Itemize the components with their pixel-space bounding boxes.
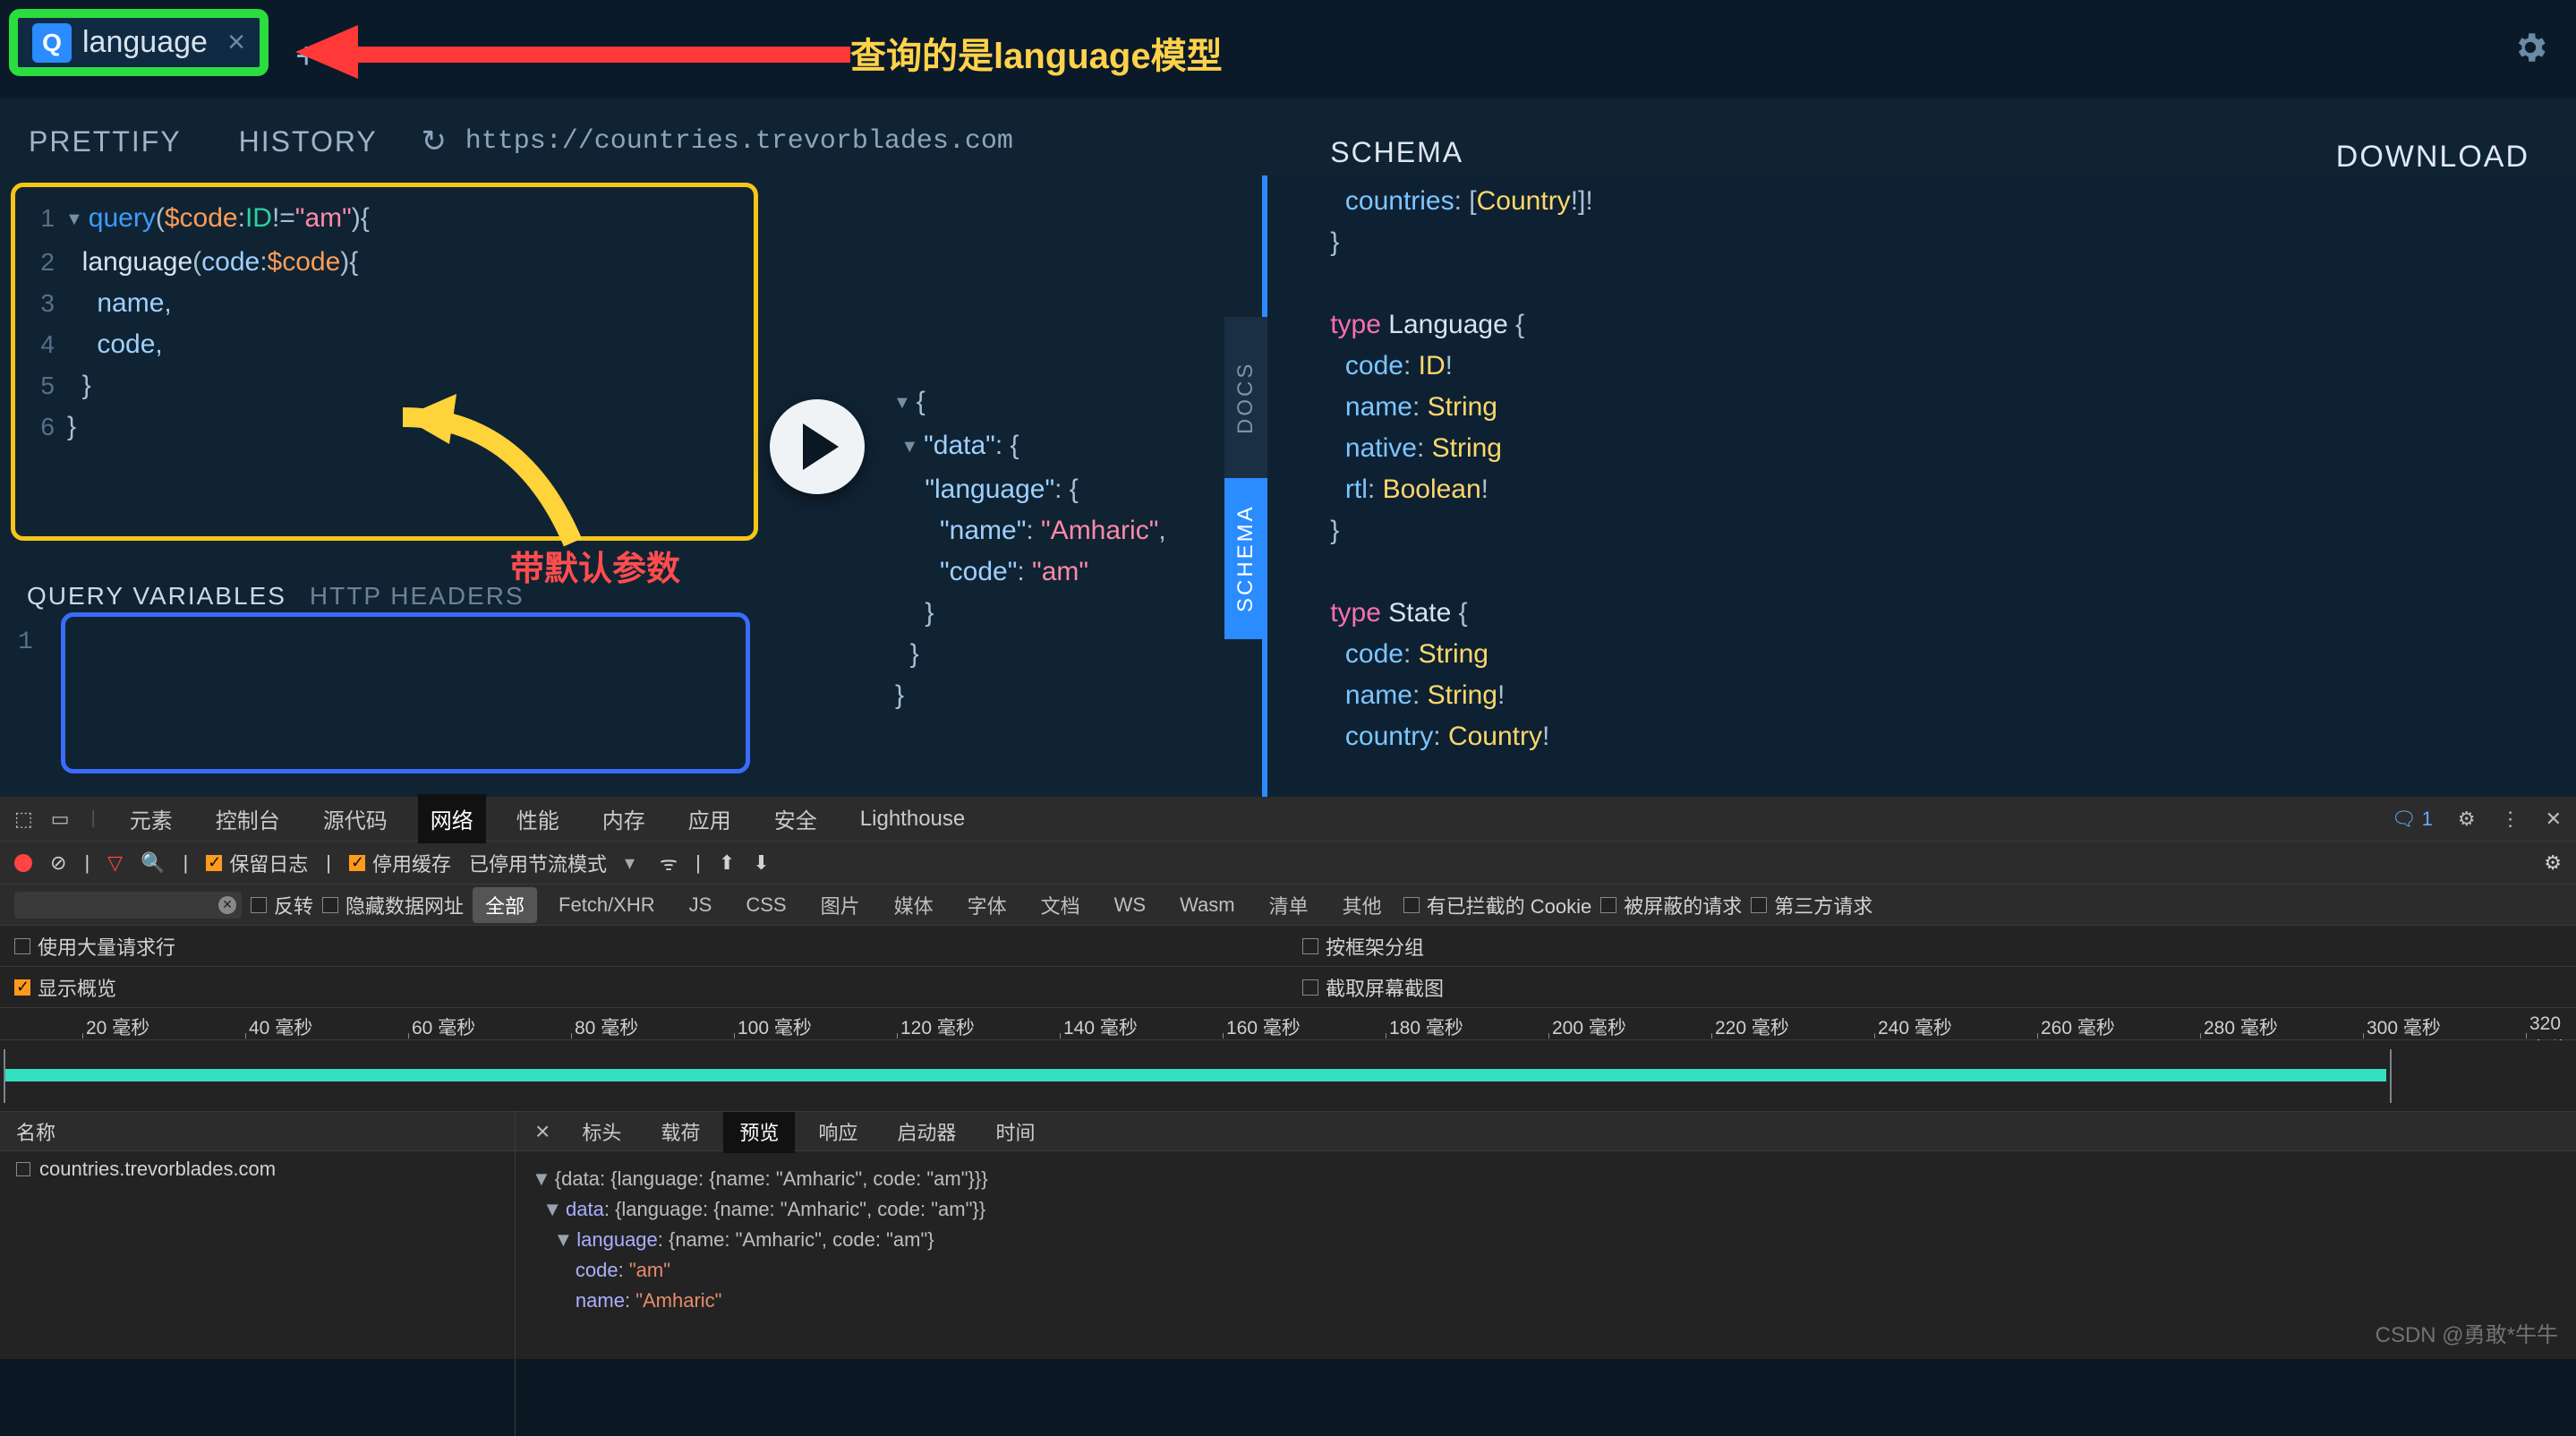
schema-viewer[interactable]: countries: [Country!]! } type Language {… xyxy=(1330,181,2567,788)
play-button[interactable] xyxy=(770,399,865,494)
tab-sources[interactable]: 源代码 xyxy=(311,794,400,843)
query-variables-tab[interactable]: QUERY VARIABLES xyxy=(27,582,286,611)
devtools-gear-icon[interactable]: ⚙ xyxy=(2544,851,2562,875)
throttle-select[interactable]: 已停用节流模式 xyxy=(469,849,607,877)
overview-check[interactable]: 显示概览 xyxy=(14,973,116,1002)
devtools-settings-icon[interactable]: ⚙ xyxy=(2458,808,2476,831)
fold-icon[interactable]: ▼ xyxy=(65,199,83,240)
query-editor[interactable]: 1 ▼query($code:ID!="am"){ 2 language(cod… xyxy=(11,183,758,541)
history-button[interactable]: HISTORY xyxy=(210,109,406,175)
detail-tab-timing[interactable]: 时间 xyxy=(979,1110,1051,1153)
detail-tab-headers[interactable]: 标头 xyxy=(566,1110,637,1153)
timeline-overview[interactable] xyxy=(0,1040,2576,1112)
tab-console[interactable]: 控制台 xyxy=(203,794,293,843)
timeline-ruler[interactable]: 20 毫秒 40 毫秒 60 毫秒 80 毫秒 100 毫秒 120 毫秒 14… xyxy=(0,1008,2576,1040)
tab-application[interactable]: 应用 xyxy=(676,794,744,843)
annotation-arrow-red xyxy=(295,34,850,70)
watermark: CSDN @勇敢*牛牛 xyxy=(2376,1317,2558,1348)
inspect-icon[interactable]: ⬚ xyxy=(14,808,33,831)
settings-gear-icon[interactable] xyxy=(2512,29,2549,71)
chip-wasm[interactable]: Wasm xyxy=(1167,890,1248,920)
chip-manifest[interactable]: 清单 xyxy=(1257,887,1321,923)
screenshot-check[interactable]: 截取屏幕截图 xyxy=(1302,973,1444,1002)
network-filter-input[interactable]: ✕ xyxy=(14,892,242,919)
prettify-button[interactable]: PRETTIFY xyxy=(0,109,210,175)
tab-security[interactable]: 安全 xyxy=(762,794,830,843)
invert-check[interactable]: 反转 xyxy=(251,891,313,919)
file-icon xyxy=(16,1162,30,1176)
query-tab[interactable]: Q language × xyxy=(9,9,269,76)
devtools-tabs: ⬚ ▭ | 元素 控制台 源代码 网络 性能 内存 应用 安全 Lighthou… xyxy=(0,797,2576,842)
third-party-check[interactable]: 第三方请求 xyxy=(1751,891,1872,919)
gutter: 1 xyxy=(15,198,67,242)
chip-css[interactable]: CSS xyxy=(733,890,798,920)
blocked-req-check[interactable]: 被屏蔽的请求 xyxy=(1600,891,1742,919)
close-detail-icon[interactable]: × xyxy=(526,1117,559,1146)
clear-icon[interactable]: ⊘ xyxy=(50,851,66,875)
schema-sidetab[interactable]: SCHEMA xyxy=(1224,478,1267,639)
download-icon[interactable]: ⬇ xyxy=(753,851,769,875)
chip-all[interactable]: 全部 xyxy=(473,887,537,923)
chip-media[interactable]: 媒体 xyxy=(882,887,946,923)
group-frame-check[interactable]: 按框架分组 xyxy=(1302,932,1424,961)
play-icon xyxy=(803,423,839,470)
tab-lighthouse[interactable]: Lighthouse xyxy=(848,798,977,841)
device-icon[interactable]: ▭ xyxy=(51,808,70,831)
chip-fetch[interactable]: Fetch/XHR xyxy=(546,890,668,920)
response-viewer: ▼{ ▼"data": { "language": { "name": "Amh… xyxy=(895,381,1166,716)
big-rows-check[interactable]: 使用大量请求行 xyxy=(14,932,175,961)
tab-performance[interactable]: 性能 xyxy=(504,794,572,843)
request-row[interactable]: countries.trevorblades.com xyxy=(0,1151,515,1187)
close-tab-icon[interactable]: × xyxy=(227,25,245,60)
chip-js[interactable]: JS xyxy=(677,890,725,920)
tab-badge-icon: Q xyxy=(32,23,72,63)
tab-elements[interactable]: 元素 xyxy=(117,794,185,843)
chip-other[interactable]: 其他 xyxy=(1330,887,1395,923)
annotation-caption-top: 查询的是language模型 xyxy=(850,27,1223,79)
tab-title: language xyxy=(82,25,208,60)
tab-network[interactable]: 网络 xyxy=(418,794,486,843)
devtools-more-icon[interactable]: ⋮ xyxy=(2501,808,2521,831)
chip-ws[interactable]: WS xyxy=(1102,890,1158,920)
console-message-count[interactable]: 🗨1 xyxy=(2392,808,2433,831)
chip-font[interactable]: 字体 xyxy=(955,887,1019,923)
variables-editor[interactable] xyxy=(61,612,750,774)
detail-tab-initiator[interactable]: 启动器 xyxy=(881,1110,972,1153)
docs-sidetab[interactable]: DOCS xyxy=(1224,317,1267,478)
record-button[interactable] xyxy=(14,854,32,872)
upload-icon[interactable]: ⬆ xyxy=(719,851,735,875)
response-preview[interactable]: ▼{data: {language: {name: "Amharic", cod… xyxy=(516,1151,2576,1329)
detail-tab-response[interactable]: 响应 xyxy=(802,1110,874,1153)
http-headers-tab[interactable]: HTTP HEADERS xyxy=(310,582,525,611)
names-header[interactable]: 名称 xyxy=(0,1112,515,1151)
endpoint-url[interactable]: https://countries.trevorblades.com xyxy=(456,112,1022,171)
preserve-log-check[interactable]: 保留日志 xyxy=(206,849,308,877)
detail-tab-payload[interactable]: 载荷 xyxy=(644,1110,716,1153)
blocked-cookies-check[interactable]: 有已拦截的 Cookie xyxy=(1403,891,1592,919)
hide-dataurl-check[interactable]: 隐藏数据网址 xyxy=(322,891,464,919)
filter-icon[interactable]: ▽ xyxy=(107,851,123,875)
disable-cache-check[interactable]: 停用缓存 xyxy=(349,849,451,877)
devtools-close-icon[interactable]: ✕ xyxy=(2546,808,2562,831)
reload-icon[interactable]: ↻ xyxy=(412,119,456,164)
chip-img[interactable]: 图片 xyxy=(808,887,873,923)
variables-gutter: 1 xyxy=(18,628,33,656)
tab-memory[interactable]: 内存 xyxy=(590,794,658,843)
wifi-icon[interactable]: ᯤ xyxy=(660,850,678,876)
detail-tab-preview[interactable]: 预览 xyxy=(723,1110,795,1153)
search-icon[interactable]: 🔍 xyxy=(141,851,165,875)
schema-title: SCHEMA xyxy=(1330,136,1463,169)
clear-filter-icon[interactable]: ✕ xyxy=(218,896,236,914)
chip-doc[interactable]: 文档 xyxy=(1028,887,1093,923)
